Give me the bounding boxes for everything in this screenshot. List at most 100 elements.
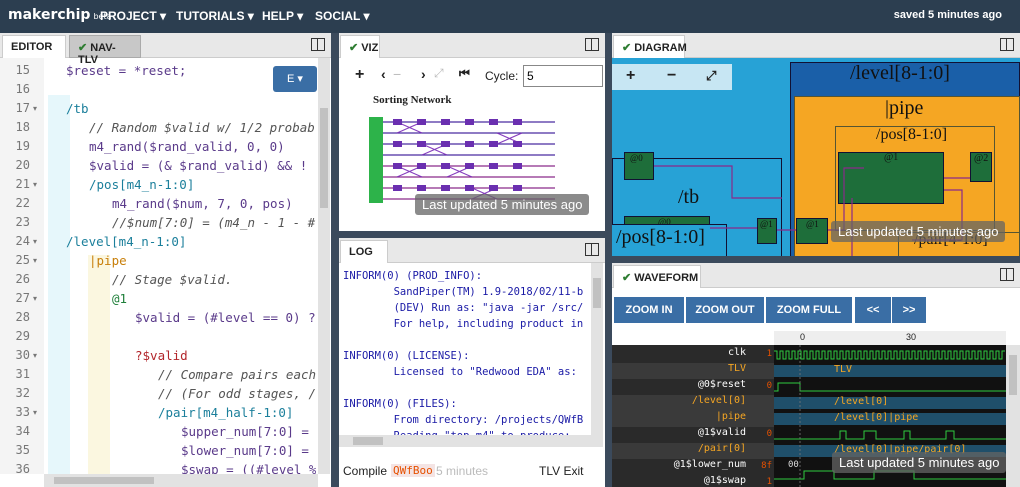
viz-updated-overlay: Last updated 5 minutes ago bbox=[415, 194, 590, 215]
maximize-icon[interactable] bbox=[1000, 38, 1014, 51]
log-line: For help, including product in bbox=[343, 318, 584, 330]
fold-arrow-icon[interactable]: ▾ bbox=[33, 180, 37, 189]
fold-arrow-icon[interactable]: ▾ bbox=[33, 408, 37, 417]
signal-name[interactable]: @1$lower_num bbox=[612, 459, 774, 475]
editor-vertical-scrollbar[interactable] bbox=[318, 58, 330, 474]
horizontal-splitter-diagram-wave[interactable] bbox=[612, 256, 1020, 263]
viz-tabs: ✔ VIZ bbox=[339, 33, 605, 58]
signal-name[interactable]: @0$reset bbox=[612, 379, 774, 395]
waveform-tabs: ✔ WAVEFORM bbox=[612, 263, 1020, 288]
tick-0: 0 bbox=[800, 332, 806, 342]
editor-horizontal-scrollbar[interactable] bbox=[44, 474, 318, 487]
zoom-full-button[interactable]: ZOOM FULL bbox=[766, 297, 852, 323]
maximize-icon[interactable] bbox=[585, 243, 599, 256]
signal-name[interactable]: /level[0] bbox=[612, 395, 774, 411]
plot-num-label: 00 bbox=[788, 460, 799, 470]
tab-log[interactable]: LOG bbox=[340, 240, 388, 263]
signal-name[interactable]: @1$valid bbox=[612, 427, 774, 443]
compile-label: Compile bbox=[343, 464, 388, 478]
fold-arrow-icon[interactable]: ▾ bbox=[33, 256, 37, 265]
menu-help[interactable]: HELP ▾ bbox=[262, 9, 303, 23]
scroll-left-button[interactable]: << bbox=[855, 297, 891, 323]
signal-name[interactable]: clk bbox=[612, 347, 774, 363]
scope-indent-guide-pipe bbox=[88, 255, 110, 475]
editor-hscroll-thumb[interactable] bbox=[54, 477, 154, 484]
line-number: 17 bbox=[15, 101, 30, 115]
makerchip-logo[interactable]: makerchip beta bbox=[8, 7, 112, 23]
tab-viz[interactable]: ✔ VIZ bbox=[340, 35, 380, 58]
log-line: SandPiper(TM) 1.9-2018/02/11-b bbox=[343, 286, 584, 298]
signal-name[interactable]: @1$swap bbox=[612, 475, 774, 487]
reset-icon[interactable]: ⏮ bbox=[459, 66, 470, 81]
signal-name[interactable]: TLV bbox=[612, 363, 774, 379]
maximize-icon[interactable] bbox=[311, 38, 325, 51]
editor-scroll-thumb[interactable] bbox=[320, 108, 328, 208]
menu-project[interactable]: PROJECT ▾ bbox=[100, 9, 166, 23]
step-forward-icon[interactable]: › bbox=[421, 66, 426, 82]
viz-title: Sorting Network bbox=[373, 94, 452, 106]
code-line: $lower_num[7:0] = bbox=[181, 443, 309, 458]
code-line: /pos[m4_n-1:0] bbox=[89, 177, 195, 192]
code-line: /level[m4_n-1:0] bbox=[66, 234, 187, 249]
log-line: Licensed to "Redwood EDA" as: bbox=[343, 366, 577, 378]
log-vertical-scrollbar[interactable] bbox=[591, 263, 603, 435]
scroll-right-button[interactable]: >> bbox=[892, 297, 926, 323]
step-back-icon[interactable]: ‹ bbox=[381, 66, 386, 82]
code-line: // Stage $valid. bbox=[112, 272, 233, 287]
log-panel: LOG INFORM(0) (PROD_INFO): SandPiper(TM)… bbox=[339, 238, 605, 487]
fold-arrow-icon[interactable]: ▾ bbox=[33, 237, 37, 246]
vertical-splitter-right[interactable] bbox=[605, 33, 612, 487]
waveform-scroll-thumb[interactable] bbox=[1009, 355, 1017, 395]
code-line: |pipe bbox=[89, 253, 127, 268]
line-number: 16 bbox=[15, 82, 30, 96]
signal-value: 1 bbox=[766, 349, 772, 359]
waveform-vertical-scrollbar[interactable] bbox=[1006, 345, 1020, 487]
signal-value: 1 bbox=[766, 477, 772, 487]
line-number: 15 bbox=[15, 63, 30, 77]
viz-panel: ✔VIZ + ‹ − › ⤢ ⏮ Cycle: Sorting Network bbox=[339, 33, 605, 231]
menu-tutorials[interactable]: TUTORIALS ▾ bbox=[176, 9, 254, 23]
tab-diagram[interactable]: ✔ DIAGRAM bbox=[613, 35, 687, 58]
compile-id: QWfBoo bbox=[391, 464, 435, 477]
plus-icon[interactable]: + bbox=[355, 66, 364, 84]
line-number: 29 bbox=[15, 329, 30, 343]
fold-arrow-icon[interactable]: ▾ bbox=[33, 104, 37, 113]
line-number: 24 bbox=[15, 234, 30, 248]
code-line: m4_rand($num, 7, 0, pos) bbox=[112, 196, 293, 211]
code-line: // (For odd stages, / bbox=[158, 386, 316, 401]
zoom-out-button[interactable]: ZOOM OUT bbox=[686, 297, 764, 323]
log-line: From directory: /projects/QWfB bbox=[343, 414, 584, 426]
e-dropdown-button[interactable]: E ▾ bbox=[273, 66, 317, 92]
log-horizontal-scrollbar[interactable] bbox=[339, 435, 603, 447]
log-hscroll-thumb[interactable] bbox=[353, 437, 383, 445]
tab-diagram-label: DIAGRAM bbox=[634, 42, 687, 54]
log-scroll-thumb[interactable] bbox=[593, 278, 601, 308]
line-number: 20 bbox=[15, 158, 30, 172]
waveform-panel: ✔ WAVEFORM ZOOM IN ZOOM OUT ZOOM FULL << … bbox=[612, 263, 1020, 487]
line-number: 36 bbox=[15, 462, 30, 476]
code-line: // Random $valid w/ 1/2 probab bbox=[89, 120, 315, 135]
horizontal-splitter-viz-log[interactable] bbox=[339, 231, 605, 238]
zoom-in-button[interactable]: ZOOM IN bbox=[614, 297, 684, 323]
fold-arrow-icon[interactable]: ▾ bbox=[33, 351, 37, 360]
waveform-updated-overlay: Last updated 5 minutes ago bbox=[832, 452, 1007, 473]
expand-icon: ⤢ bbox=[434, 66, 444, 80]
signal-name[interactable]: |pipe bbox=[612, 411, 774, 427]
code-line: $upper_num[7:0] = bbox=[181, 424, 309, 439]
maximize-icon[interactable] bbox=[585, 38, 599, 51]
cycle-input[interactable] bbox=[523, 65, 603, 87]
tab-nav-tlv[interactable]: ✔ NAV-TLV bbox=[69, 35, 141, 66]
fold-arrow-icon[interactable]: ▾ bbox=[33, 294, 37, 303]
log-line: (DEV) Run as: "java -jar /src/ bbox=[343, 302, 584, 314]
log-line: INFORM(0) (FILES): bbox=[343, 398, 457, 410]
menu-social[interactable]: SOCIAL ▾ bbox=[315, 9, 369, 23]
vertical-splitter-left[interactable] bbox=[331, 33, 339, 487]
tab-editor[interactable]: EDITOR bbox=[2, 35, 66, 58]
line-number: 30 bbox=[15, 348, 30, 362]
tab-waveform[interactable]: ✔ WAVEFORM bbox=[613, 265, 701, 288]
plot-label-tlv: TLV bbox=[834, 364, 853, 375]
editor-tabs: EDITOR ✔ NAV-TLV bbox=[0, 33, 331, 66]
maximize-icon[interactable] bbox=[1000, 268, 1014, 281]
signal-name[interactable]: /pair[0] bbox=[612, 443, 774, 459]
